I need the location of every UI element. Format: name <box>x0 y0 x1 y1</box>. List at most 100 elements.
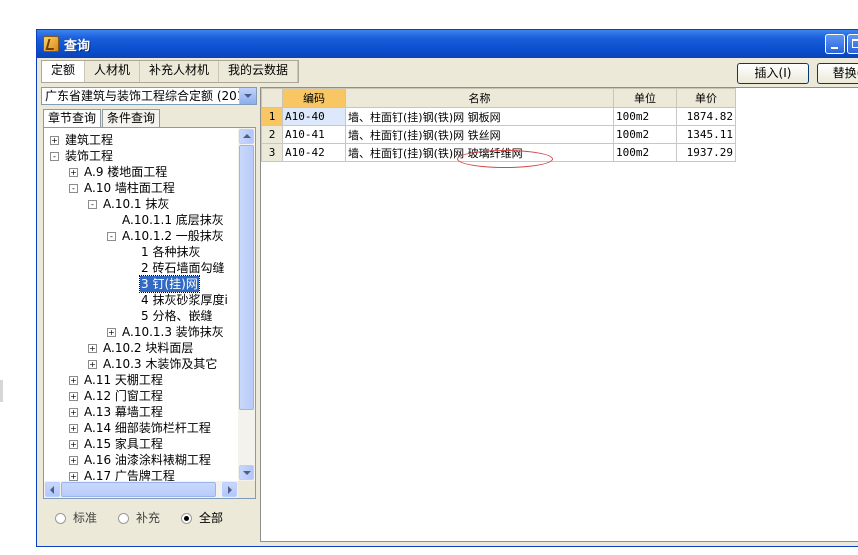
table-row[interactable]: 2 A10-41 墙、柱面钉(挂)钢(铁)网 铁丝网 100m2 1345.11 <box>261 125 736 144</box>
name-cell[interactable]: 墙、柱面钉(挂)钢(铁)网 玻璃纤维网 <box>345 143 614 162</box>
tree-node[interactable]: + A.10.1.3 装饰抹灰 <box>44 324 238 340</box>
radio-circle-icon[interactable] <box>181 512 193 524</box>
tree-node[interactable]: 5 分格、嵌缝 <box>44 308 238 324</box>
title-bar[interactable]: 查询 <box>37 30 858 58</box>
tree-vertical-scrollbar[interactable] <box>238 128 255 481</box>
expand-icon[interactable]: + <box>69 408 78 417</box>
tree-node[interactable]: + A.12 门窗工程 <box>44 388 238 404</box>
name-cell[interactable]: 墙、柱面钉(挂)钢(铁)网 钢板网 <box>345 107 614 126</box>
column-header-unit[interactable]: 单位 <box>613 88 677 108</box>
search-mode-tabs: 章节查询 条件查询 <box>43 109 161 127</box>
tree-node[interactable]: 2 砖石墙面勾缝 <box>44 260 238 276</box>
expand-icon[interactable]: + <box>88 344 97 353</box>
unit-cell[interactable]: 100m2 <box>613 143 677 162</box>
tree-node[interactable]: + A.10.3 木装饰及其它 <box>44 356 238 372</box>
tab-condition-search[interactable]: 条件查询 <box>102 109 161 127</box>
tree-node-label: A.10.1.1 底层抹灰 <box>122 213 224 227</box>
row-number-cell[interactable]: 2 <box>261 125 283 144</box>
tree-node[interactable]: - A.10.1 抹灰 <box>44 196 238 212</box>
tree-node[interactable]: + A.14 细部装饰栏杆工程 <box>44 420 238 436</box>
expand-icon[interactable]: + <box>69 376 78 385</box>
tree-node[interactable]: + A.15 家具工程 <box>44 436 238 452</box>
replace-button[interactable]: 替换( <box>817 63 858 84</box>
scroll-up-arrow-icon[interactable] <box>239 129 254 144</box>
tree-items: + 建筑工程 - 装饰工程 + A.9 楼地面工程 - A.10 墙柱面工程 - A.10.1 抹… <box>44 132 238 484</box>
tree-node[interactable]: - 装饰工程 <box>44 148 238 164</box>
tree-hscroll-thumb[interactable] <box>61 482 216 497</box>
column-header-price[interactable]: 单价 <box>676 88 736 108</box>
code-cell[interactable]: A10-40 <box>282 107 346 126</box>
chapter-tree: + 建筑工程 - 装饰工程 + A.9 楼地面工程 - A.10 墙柱面工程 - A.10.1 抹… <box>43 127 256 499</box>
app-icon <box>43 36 59 52</box>
collapse-icon[interactable]: - <box>107 232 116 241</box>
tree-node[interactable]: + A.9 楼地面工程 <box>44 164 238 180</box>
chevron-down-icon[interactable] <box>239 88 256 104</box>
tree-node[interactable]: + A.13 幕墙工程 <box>44 404 238 420</box>
scroll-right-arrow-icon[interactable] <box>222 482 237 497</box>
price-cell[interactable]: 1937.29 <box>676 143 736 162</box>
tree-node[interactable]: + A.10.2 块料面层 <box>44 340 238 356</box>
radio-supplementary[interactable]: 补充 <box>118 510 160 526</box>
tree-node-label: 1 各种抹灰 <box>141 245 201 259</box>
minimize-button[interactable] <box>825 34 845 54</box>
tree-node[interactable]: - A.10.1.2 一般抹灰 <box>44 228 238 244</box>
tab-labor-material-machine[interactable]: 人材机 <box>85 61 141 82</box>
code-cell[interactable]: A10-42 <box>282 143 346 162</box>
tree-horizontal-scrollbar[interactable] <box>44 481 238 498</box>
column-header-name[interactable]: 名称 <box>345 88 614 108</box>
collapse-icon[interactable]: - <box>69 184 78 193</box>
scrollbar-corner <box>238 481 255 498</box>
radio-all[interactable]: 全部 <box>181 510 223 526</box>
expand-icon[interactable]: + <box>69 424 78 433</box>
window-title: 查询 <box>64 39 91 54</box>
tree-node[interactable]: + A.11 天棚工程 <box>44 372 238 388</box>
expand-icon[interactable]: + <box>107 328 116 337</box>
radio-circle-icon[interactable] <box>55 512 66 524</box>
tree-node[interactable]: 4 抹灰砂浆厚度i <box>44 292 238 308</box>
tree-node-label: A.10 墙柱面工程 <box>84 181 175 195</box>
tab-supplementary-lmm[interactable]: 补充人材机 <box>140 61 220 82</box>
expand-icon[interactable]: + <box>69 392 78 401</box>
quota-library-select[interactable]: 广东省建筑与装饰工程综合定额 (201 <box>41 87 257 105</box>
tab-quota[interactable]: 定额 <box>42 61 86 82</box>
expand-icon[interactable]: + <box>88 360 97 369</box>
radio-label: 补充 <box>136 511 161 525</box>
tree-node[interactable]: A.10.1.1 底层抹灰 <box>44 212 238 228</box>
tree-node[interactable]: + 建筑工程 <box>44 132 238 148</box>
table-row[interactable]: 3 A10-42 墙、柱面钉(挂)钢(铁)网 玻璃纤维网 100m2 1937.29 <box>261 143 736 162</box>
maximize-button[interactable] <box>847 34 858 54</box>
tree-node[interactable]: 3 钉(挂)网 <box>44 275 238 293</box>
column-header-code[interactable]: 编码 <box>282 88 346 108</box>
tree-node[interactable]: - A.10 墙柱面工程 <box>44 180 238 196</box>
tab-my-cloud-data[interactable]: 我的云数据 <box>219 61 299 82</box>
expand-icon[interactable]: + <box>50 136 59 145</box>
radio-label: 标准 <box>73 511 98 525</box>
row-number-cell[interactable]: 1 <box>261 107 283 126</box>
price-cell[interactable]: 1345.11 <box>676 125 736 144</box>
collapse-icon[interactable]: - <box>88 200 97 209</box>
code-cell[interactable]: A10-41 <box>282 125 346 144</box>
collapse-icon[interactable]: - <box>50 152 59 161</box>
tab-chapter-search[interactable]: 章节查询 <box>43 109 102 127</box>
radio-circle-icon[interactable] <box>118 512 130 524</box>
radio-standard[interactable]: 标准 <box>55 510 97 526</box>
scroll-left-arrow-icon[interactable] <box>45 482 60 497</box>
tree-node-label: A.15 家具工程 <box>84 437 163 451</box>
unit-cell[interactable]: 100m2 <box>613 125 677 144</box>
price-cell[interactable]: 1874.82 <box>676 107 736 126</box>
unit-cell[interactable]: 100m2 <box>613 107 677 126</box>
expand-icon[interactable]: + <box>69 456 78 465</box>
tree-vscroll-thumb[interactable] <box>239 145 254 410</box>
tree-node-label: A.12 门窗工程 <box>84 389 163 403</box>
insert-button[interactable]: 插入(I) <box>737 63 809 84</box>
table-row[interactable]: 1 A10-40 墙、柱面钉(挂)钢(铁)网 钢板网 100m2 1874.82 <box>261 107 736 126</box>
tree-node[interactable]: + A.16 油漆涂料裱糊工程 <box>44 452 238 468</box>
row-number-cell[interactable]: 3 <box>261 143 283 162</box>
row-header-corner <box>261 88 283 108</box>
expand-icon[interactable]: + <box>69 168 78 177</box>
expand-icon[interactable]: + <box>69 440 78 449</box>
expand-icon[interactable]: + <box>69 472 78 481</box>
scroll-down-arrow-icon[interactable] <box>239 465 254 480</box>
tree-node[interactable]: 1 各种抹灰 <box>44 244 238 260</box>
name-cell[interactable]: 墙、柱面钉(挂)钢(铁)网 铁丝网 <box>345 125 614 144</box>
